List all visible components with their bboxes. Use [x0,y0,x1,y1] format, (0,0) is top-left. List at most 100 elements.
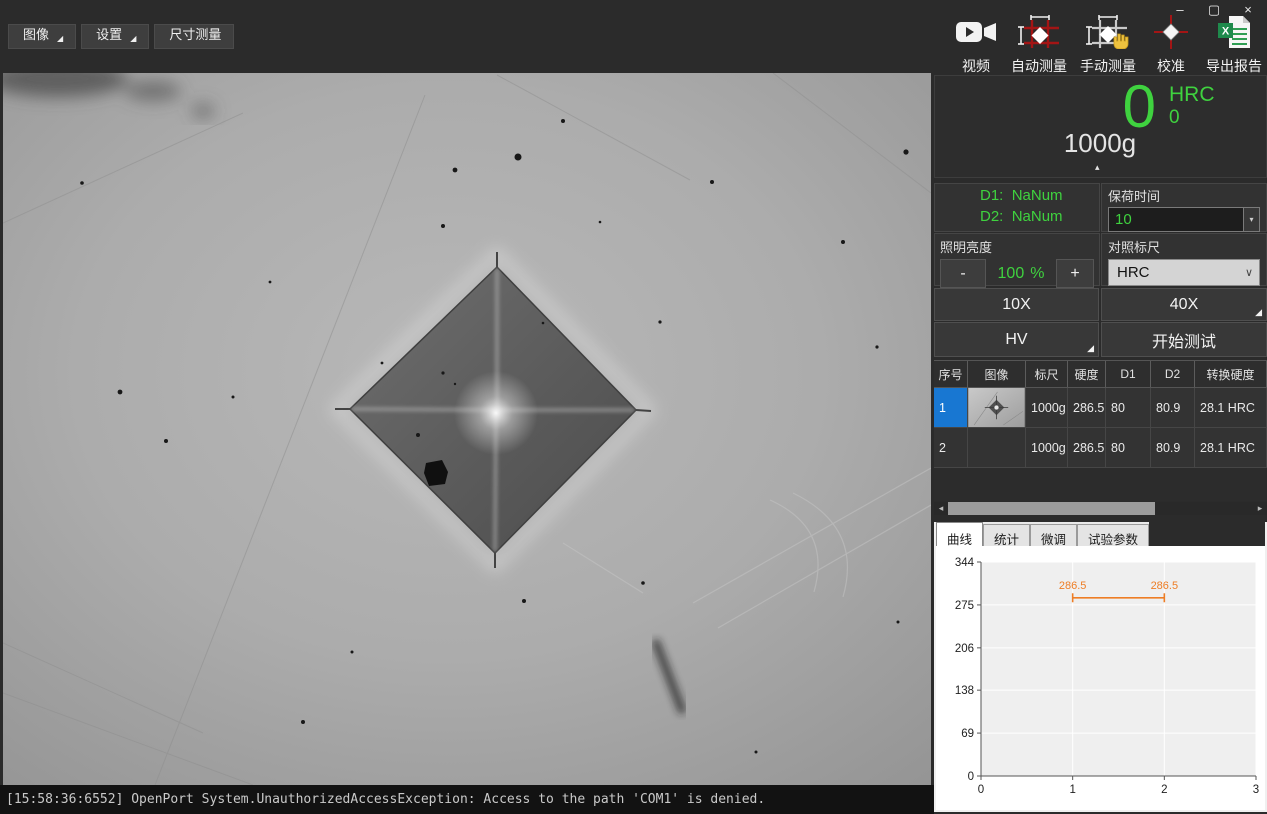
menu-dimension-measure-button[interactable]: 尺寸测量 [154,24,234,49]
row-d2: 80.9 [1151,428,1195,468]
tab-fine-tune[interactable]: 微调 [1030,524,1077,546]
col-header-scale[interactable]: 标尺 [1026,361,1068,387]
hardness-scale: HRC [1169,83,1215,107]
row-d2: 80.9 [1151,388,1195,428]
menubar: 图像 ◢ 设置 ◢ 尺寸测量 [8,24,234,49]
row-d1: 80 [1106,428,1151,468]
minimize-button[interactable]: – [1171,2,1189,18]
row-thumbnail [968,388,1026,428]
hardness-curve-chart: 0691382062753440123286.5286.5 [936,546,1265,808]
chevron-down-icon: ∨ [1239,266,1259,279]
brightness-plus-button[interactable]: + [1056,259,1094,288]
tab-statistics[interactable]: 统计 [983,524,1030,546]
dropdown-corner-icon: ◢ [130,35,136,43]
dwell-time-combobox[interactable]: 10 ▾ [1108,207,1260,232]
objective-10x-button[interactable]: 10X [934,288,1099,321]
calibrate-label: 校准 [1157,56,1185,76]
row-converted: 28.1 HRC [1195,388,1267,428]
col-header-d1[interactable]: D1 [1106,361,1151,387]
objective-40x-button[interactable]: 40X ◢ [1101,288,1267,321]
auto-measure-button[interactable]: 自动测量 [1011,15,1067,76]
d1-value: NaNum [1012,187,1063,204]
calibrate-button[interactable]: 校准 [1149,15,1193,76]
svg-text:206: 206 [955,643,974,655]
indentation-image [3,73,931,785]
video-button[interactable]: 视频 [954,15,998,76]
tab-curve[interactable]: 曲线 [936,522,983,546]
scroll-right-icon[interactable]: ▸ [1253,503,1267,514]
menu-settings-label: 设置 [96,24,122,43]
svg-text:2: 2 [1161,784,1167,796]
dropdown-corner-icon: ◢ [57,35,63,43]
svg-text:1: 1 [1069,784,1075,796]
row-d1: 80 [1106,388,1151,428]
svg-text:286.5: 286.5 [1151,580,1179,592]
svg-text:286.5: 286.5 [1059,580,1087,592]
auto-measure-icon [1018,15,1060,54]
objective-10x-label: 10X [1002,296,1030,314]
dropdown-corner-icon: ◢ [1087,343,1094,354]
d2-value: NaNum [1012,208,1063,225]
table-row[interactable]: 1 1000g 286.5 80 80.9 28.1 [934,388,1267,428]
col-header-converted[interactable]: 转换硬度 [1195,361,1267,387]
dwell-time-value: 10 [1109,211,1243,228]
dropdown-arrow-icon[interactable]: ▾ [1243,208,1259,231]
table-header-row: 序号 图像 标尺 硬度 D1 D2 转换硬度 [934,361,1267,388]
row-no: 2 [934,428,968,468]
brightness-value: 100 [998,265,1025,283]
close-button[interactable]: × [1239,2,1257,18]
menu-dimension-measure-label: 尺寸测量 [169,24,221,43]
svg-text:3: 3 [1253,784,1259,796]
scrollbar-thumb[interactable] [948,502,1155,515]
reference-scale-value: HRC [1109,264,1239,281]
brightness-minus-button[interactable]: - [940,259,986,288]
brightness-section: 照明亮度 - 100 % + [934,233,1100,286]
brightness-unit: % [1030,265,1044,283]
manual-measure-icon [1086,15,1130,54]
video-icon [954,15,998,54]
toolbar: 视频 自动测量 [954,15,1262,76]
svg-text:0: 0 [968,771,974,783]
col-header-no[interactable]: 序号 [934,361,968,387]
diagonal-readings: D1: NaNum D2: NaNum [934,183,1100,232]
row-no: 1 [934,388,968,428]
svg-text:0: 0 [978,784,984,796]
mode-hv-button[interactable]: HV ◢ [934,322,1099,357]
brightness-label: 照明亮度 [940,237,1094,256]
export-report-label: 导出报告 [1206,56,1262,76]
results-table: 序号 图像 标尺 硬度 D1 D2 转换硬度 1 [934,360,1267,501]
window-controls: – ▢ × [1171,2,1257,18]
menu-settings-button[interactable]: 设置 ◢ [81,24,149,49]
converted-value: 0 [1169,107,1180,129]
col-header-hardness[interactable]: 硬度 [1068,361,1106,387]
result-display: 0 HRC 0 1000g ▴ [934,75,1267,178]
video-label: 视频 [962,56,990,76]
microscope-video-feed[interactable] [3,73,931,785]
table-row[interactable]: 2 1000g 286.5 80 80.9 28.1 HRC [934,428,1267,468]
status-bar: [15:58:36:6552] OpenPort System.Unauthor… [0,785,934,814]
start-test-label: 开始测试 [1152,328,1216,352]
tab-test-parameters[interactable]: 试验参数 [1077,524,1149,546]
reference-scale-label: 对照标尺 [1108,237,1260,256]
menu-image-button[interactable]: 图像 ◢ [8,24,76,49]
scroll-left-icon[interactable]: ◂ [934,503,948,514]
auto-measure-label: 自动测量 [1011,56,1067,76]
excel-x: X [1222,26,1230,38]
export-report-button[interactable]: X 导出报告 [1206,15,1262,76]
manual-measure-button[interactable]: 手动测量 [1080,15,1136,76]
table-horizontal-scrollbar[interactable]: ◂ ▸ [934,502,1267,515]
svg-text:69: 69 [961,728,974,740]
start-test-button[interactable]: 开始测试 [1101,322,1267,357]
col-header-d2[interactable]: D2 [1151,361,1195,387]
col-header-image[interactable]: 图像 [968,361,1026,387]
mode-hv-label: HV [1005,331,1027,349]
reference-scale-combobox[interactable]: HRC ∨ [1108,259,1260,286]
up-triangle-icon[interactable]: ▴ [1095,162,1100,173]
indent-thumbnail-icon [968,388,1025,427]
export-report-icon: X [1216,15,1252,54]
svg-text:275: 275 [955,600,974,612]
maximize-button[interactable]: ▢ [1205,2,1223,18]
test-load: 1000g [1020,128,1180,159]
dwell-time-label: 保荷时间 [1108,186,1260,205]
minimize-icon: – [1176,2,1183,17]
